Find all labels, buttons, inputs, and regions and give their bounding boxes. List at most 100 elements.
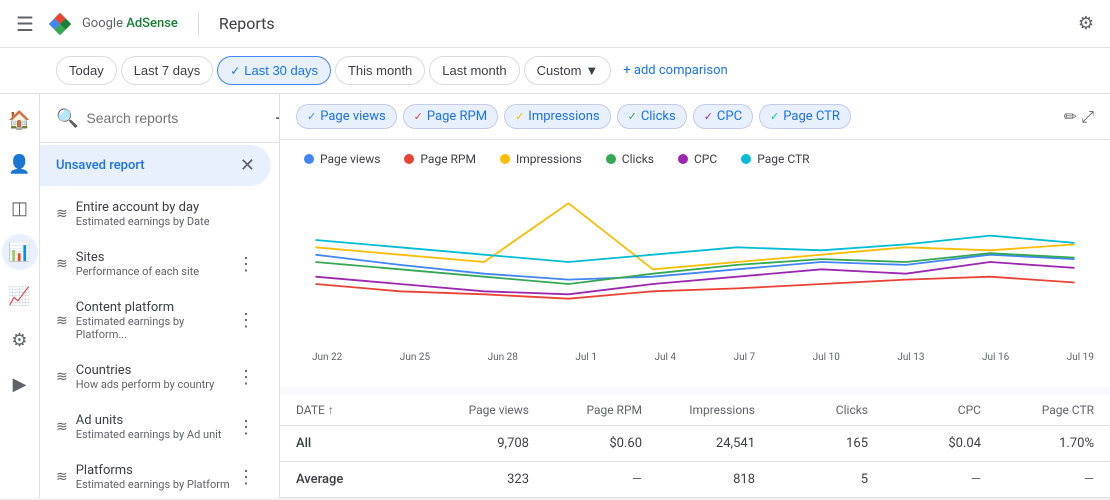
chip-label: Page views — [320, 109, 385, 124]
legend-item-2: Impressions — [500, 152, 582, 166]
table-row: All9,708$0.6024,541165$0.041.70% — [280, 426, 1110, 462]
nav-video-icon[interactable]: ▶ — [2, 366, 38, 402]
x-axis-label: Jul 19 — [1067, 352, 1094, 363]
sidebar-item-title-0: Entire account by day — [76, 200, 255, 215]
sidebar-item-3[interactable]: ≋ Countries How ads perform by country ⋮ — [40, 353, 271, 401]
more-options-icon-1[interactable]: ⋮ — [237, 254, 255, 275]
sidebar-item-title-5: Platforms — [76, 463, 237, 478]
nav-trends-icon[interactable]: 📈 — [2, 278, 38, 314]
check-icon: ✓ — [230, 64, 240, 78]
expand-icon[interactable]: ⤢ — [1081, 107, 1094, 127]
legend-item-1: Page RPM — [404, 152, 476, 166]
chart-line-page_views — [315, 255, 1074, 280]
chart-line-impressions — [315, 203, 1074, 269]
sidebar-item-content-4: Ad units Estimated earnings by Ad unit — [76, 413, 237, 441]
search-input[interactable] — [86, 110, 267, 126]
report-type-icon: ≋ — [56, 469, 68, 485]
custom-filter[interactable]: Custom ▼ — [524, 56, 612, 85]
unsaved-report-item[interactable]: Unsaved report ✕ — [40, 145, 271, 186]
table-cell-0-4: $0.04 — [868, 436, 981, 451]
nav-person-icon[interactable]: 👤 — [2, 146, 38, 182]
unsaved-report-title: Unsaved report — [56, 158, 240, 173]
report-type-icon: ≋ — [56, 206, 68, 222]
more-options-icon-5[interactable]: ⋮ — [237, 467, 255, 488]
report-type-icon: ≋ — [56, 313, 68, 329]
metric-chip-clicks[interactable]: ✓ Clicks — [617, 104, 687, 129]
legend-dot-1 — [404, 154, 414, 164]
sidebar-item-subtitle-0: Estimated earnings by Date — [76, 215, 255, 228]
lastmonth-filter[interactable]: Last month — [429, 56, 519, 85]
metric-chip-cpc[interactable]: ✓ CPC — [693, 104, 753, 129]
sidebar-item-content-2: Content platform Estimated earnings by P… — [76, 300, 237, 341]
thismonth-filter[interactable]: This month — [335, 56, 425, 85]
legend-dot-4 — [678, 154, 688, 164]
chip-check-icon: ✓ — [704, 110, 713, 123]
legend-item-4: CPC — [678, 152, 717, 166]
settings-icon[interactable]: ⚙ — [1078, 13, 1094, 34]
menu-icon[interactable]: ☰ — [16, 12, 34, 36]
last30-filter[interactable]: ✓ Last 30 days — [217, 56, 331, 85]
last7-filter[interactable]: Last 7 days — [121, 56, 214, 85]
x-axis-label: Jul 16 — [982, 352, 1009, 363]
x-axis-label: Jul 13 — [897, 352, 924, 363]
nav-home-icon[interactable]: 🏠 — [2, 102, 38, 138]
sidebar-item-subtitle-4: Estimated earnings by Ad unit — [76, 428, 237, 441]
page-title: Reports — [219, 14, 275, 33]
search-bar: 🔍 + — [40, 94, 279, 143]
x-axis-label: Jul 10 — [813, 352, 840, 363]
table-header-col-4: Clicks — [755, 403, 868, 417]
table-header-col-5: CPC — [868, 403, 981, 417]
legend-label-3: Clicks — [622, 152, 654, 166]
legend-dot-2 — [500, 154, 510, 164]
logo-text: Google AdSense — [82, 16, 178, 31]
report-type-icon: ≋ — [56, 369, 68, 385]
sidebar-item-title-2: Content platform — [76, 300, 237, 315]
today-filter[interactable]: Today — [56, 56, 117, 85]
sidebar-item-5[interactable]: ≋ Platforms Estimated earnings by Platfo… — [40, 453, 271, 498]
table-cell-1-1: — — [529, 472, 642, 487]
nav-reports-icon[interactable]: 📊 — [2, 234, 38, 270]
sidebar-item-4[interactable]: ≋ Ad units Estimated earnings by Ad unit… — [40, 403, 271, 451]
table-header-col-0[interactable]: DATE ↑ — [296, 403, 416, 417]
sidebar-item-2[interactable]: ≋ Content platform Estimated earnings by… — [40, 290, 271, 351]
chip-check-icon: ✓ — [515, 110, 524, 123]
sidebar-item-content-3: Countries How ads perform by country — [76, 363, 237, 391]
sidebar-item-subtitle-2: Estimated earnings by Platform... — [76, 315, 237, 341]
close-unsaved-icon[interactable]: ✕ — [240, 155, 255, 176]
table-header-col-6: Page CTR — [981, 403, 1094, 417]
legend-item-5: Page CTR — [741, 152, 809, 166]
chip-check-icon: ✓ — [770, 110, 779, 123]
legend-label-4: CPC — [694, 152, 717, 166]
chip-label: CPC — [717, 109, 742, 124]
more-options-icon-2[interactable]: ⋮ — [237, 310, 255, 331]
sidebar-item-0[interactable]: ≋ Entire account by day Estimated earnin… — [40, 190, 271, 238]
more-options-icon-3[interactable]: ⋮ — [237, 367, 255, 388]
table-cell-0-5: 1.70% — [981, 436, 1094, 451]
chip-label: Page RPM — [427, 109, 487, 124]
metric-chip-page-rpm[interactable]: ✓ Page RPM — [403, 104, 498, 129]
table-row: Average323—8185—— — [280, 462, 1110, 498]
legend-item-0: Page views — [304, 152, 380, 166]
content-area: ✓ Page views ✓ Page RPM ✓ Impressions ✓ … — [280, 94, 1110, 498]
metric-chips-bar: ✓ Page views ✓ Page RPM ✓ Impressions ✓ … — [280, 94, 1110, 140]
table-row-label-1: Average — [296, 472, 416, 487]
x-axis-label: Jul 7 — [734, 352, 756, 363]
nav-settings-icon[interactable]: ⚙ — [2, 322, 38, 358]
legend-dot-3 — [606, 154, 616, 164]
legend-label-5: Page CTR — [757, 152, 809, 166]
add-comparison-button[interactable]: + add comparison — [623, 63, 727, 78]
chip-check-icon: ✓ — [307, 110, 316, 123]
more-options-icon-4[interactable]: ⋮ — [237, 417, 255, 438]
edit-metrics-icon[interactable]: ✏ — [1064, 107, 1077, 126]
table-cell-0-0: 9,708 — [416, 436, 529, 451]
chart-legend: Page views Page RPM Impressions Clicks C… — [280, 140, 1110, 178]
nav-icon-strip: 🏠 👤 ◫ 📊 📈 ⚙ ▶ — [0, 94, 40, 498]
metric-chip-page-ctr[interactable]: ✓ Page CTR — [759, 104, 851, 129]
sidebar-item-1[interactable]: ≋ Sites Performance of each site ⋮ — [40, 240, 271, 288]
report-type-icon: ≋ — [56, 256, 68, 272]
metric-chip-impressions[interactable]: ✓ Impressions — [504, 104, 611, 129]
nav-pages-icon[interactable]: ◫ — [2, 190, 38, 226]
sidebar-item-title-1: Sites — [76, 250, 237, 265]
metric-chip-page-views[interactable]: ✓ Page views — [296, 104, 397, 129]
table-header-col-3: Impressions — [642, 403, 755, 417]
